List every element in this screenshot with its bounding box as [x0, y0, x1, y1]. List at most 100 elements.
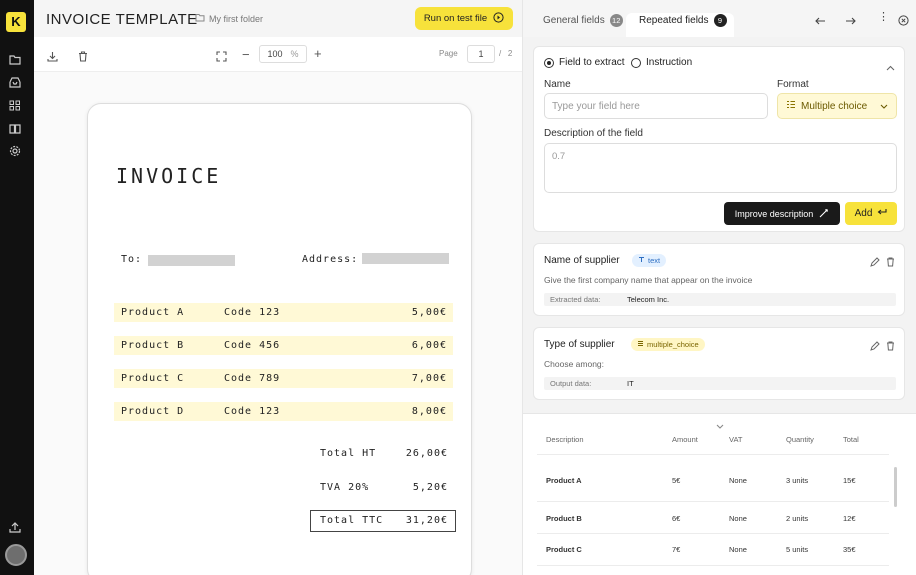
undo-icon[interactable] [815, 13, 826, 31]
folder-icon[interactable] [9, 52, 23, 65]
viewer-toolbar: − 100 % + Page 1 / 2 [34, 37, 522, 72]
folder-breadcrumb[interactable]: My first folder [195, 13, 263, 24]
document-viewer[interactable]: INVOICE To: Address: Product A Code 123 … [34, 72, 522, 575]
type-label: text [648, 256, 661, 265]
product-amount: 5,00€ [411, 307, 447, 318]
product-code: Code 789 [224, 373, 281, 384]
cell-description: Product B [546, 514, 582, 523]
list-icon [786, 100, 796, 112]
apps-icon[interactable] [9, 98, 23, 111]
more-vertical-icon[interactable]: ⋮ [878, 12, 889, 23]
cell-quantity: 5 units [786, 545, 809, 554]
table-row[interactable]: Product A 5€ None 3 units 15€ [537, 454, 889, 502]
field-card[interactable]: Type of supplier multiple_choice Choose … [533, 327, 905, 400]
extracted-data-strip: Extracted data: Telecom Inc. [544, 293, 896, 306]
enter-icon [877, 208, 887, 219]
radio-selected-icon [544, 57, 554, 68]
fit-screen-icon[interactable] [216, 49, 227, 67]
description-label: Description of the field [544, 128, 643, 139]
improve-description-button[interactable]: Improve description [724, 202, 840, 225]
product-name: Product A [121, 307, 185, 318]
cell-amount: 7€ [672, 545, 681, 554]
data-label: Output data: [550, 379, 592, 388]
column-header: Description [546, 435, 584, 444]
radio-instruction[interactable]: Instruction [631, 57, 692, 68]
text-type-icon [638, 256, 645, 265]
output-data-strip: Output data: IT [544, 377, 896, 390]
type-label: multiple_choice [647, 340, 699, 349]
cell-quantity: 3 units [786, 476, 809, 485]
redo-icon[interactable] [845, 13, 856, 31]
add-field-button[interactable]: Add [845, 202, 897, 225]
upload-icon[interactable] [9, 520, 23, 533]
invoice-title: INVOICE [116, 164, 222, 188]
column-header: Amount [672, 435, 698, 444]
app-logo[interactable]: K [6, 12, 26, 32]
edit-icon[interactable] [870, 254, 880, 272]
product-amount: 7,00€ [411, 373, 447, 384]
invoice-page: INVOICE To: Address: Product A Code 123 … [87, 103, 472, 575]
field-name-input[interactable] [544, 93, 768, 119]
tva-value: 5,20€ [412, 482, 448, 493]
settings-icon[interactable] [9, 144, 23, 157]
page-label: Page [439, 49, 458, 58]
table-row[interactable]: Product C 7€ None 5 units 35€ [537, 534, 889, 566]
close-circle-icon[interactable] [898, 13, 909, 31]
fields-panel: General fields 12 Repeated fields 9 ⋮ Fi… [522, 0, 916, 575]
cell-description: Product C [546, 545, 582, 554]
tab-repeated-fields[interactable]: Repeated fields 9 [639, 14, 727, 27]
cell-total: 15€ [843, 476, 856, 485]
zoom-in-icon[interactable]: + [314, 46, 322, 61]
product-code: Code 123 [224, 307, 281, 318]
cell-vat: None [729, 476, 747, 485]
zoom-out-icon[interactable]: − [242, 47, 250, 62]
folder-name: My first folder [209, 13, 264, 24]
chevron-up-icon[interactable] [886, 58, 895, 76]
book-icon[interactable] [9, 121, 23, 134]
trash-icon[interactable] [78, 49, 88, 67]
radio-field-to-extract[interactable]: Field to extract [544, 57, 625, 68]
field-card[interactable]: Name of supplier text Give the first com… [533, 243, 905, 316]
product-amount: 8,00€ [411, 406, 447, 417]
chevron-down-icon[interactable] [716, 416, 724, 434]
data-value: Telecom Inc. [627, 295, 670, 304]
zoom-unit: % [290, 49, 299, 59]
table-row[interactable]: Product B 6€ None 2 units 12€ [537, 502, 889, 534]
name-label: Name [544, 79, 571, 90]
trash-icon[interactable] [886, 254, 895, 272]
table-scrollbar[interactable] [894, 467, 897, 507]
improve-label: Improve description [734, 208, 814, 219]
trash-icon[interactable] [886, 338, 895, 356]
cell-description: Product A [546, 476, 582, 485]
download-icon[interactable] [47, 49, 58, 67]
field-description: Choose among: [544, 359, 605, 369]
product-name: Product D [121, 406, 185, 417]
run-on-test-file-button[interactable]: Run on test file [415, 7, 513, 30]
cell-total: 35€ [843, 545, 856, 554]
cell-amount: 5€ [672, 476, 681, 485]
field-title: Name of supplier [544, 255, 620, 266]
radio-unselected-icon [631, 57, 641, 68]
fields-tabs: General fields 12 Repeated fields 9 ⋮ [523, 0, 916, 37]
to-label: To: [121, 254, 143, 265]
avatar[interactable] [5, 544, 27, 566]
cell-total: 12€ [843, 514, 856, 523]
format-select[interactable]: Multiple choice [777, 93, 897, 119]
redacted-address [362, 253, 449, 264]
type-chip: text [632, 254, 667, 267]
page-input[interactable]: 1 [467, 45, 495, 63]
new-field-form: Field to extract Instruction Name Format… [533, 46, 905, 232]
product-code: Code 456 [224, 340, 281, 351]
fields-scroll-area[interactable]: Field to extract Instruction Name Format… [523, 37, 916, 413]
folder-icon [195, 13, 205, 24]
tab-general-fields[interactable]: General fields 12 [543, 14, 623, 27]
run-button-label: Run on test file [423, 13, 488, 24]
product-code: Code 123 [224, 406, 281, 417]
inbox-icon[interactable] [9, 75, 23, 88]
count-badge: 9 [713, 14, 727, 27]
edit-icon[interactable] [870, 338, 880, 356]
description-textarea[interactable]: 0.7 [544, 143, 897, 193]
app: K INVOICE TEMPLATE My first folder Run o… [0, 0, 916, 575]
play-circle-icon [493, 11, 504, 26]
zoom-input[interactable]: 100 % [259, 45, 307, 63]
